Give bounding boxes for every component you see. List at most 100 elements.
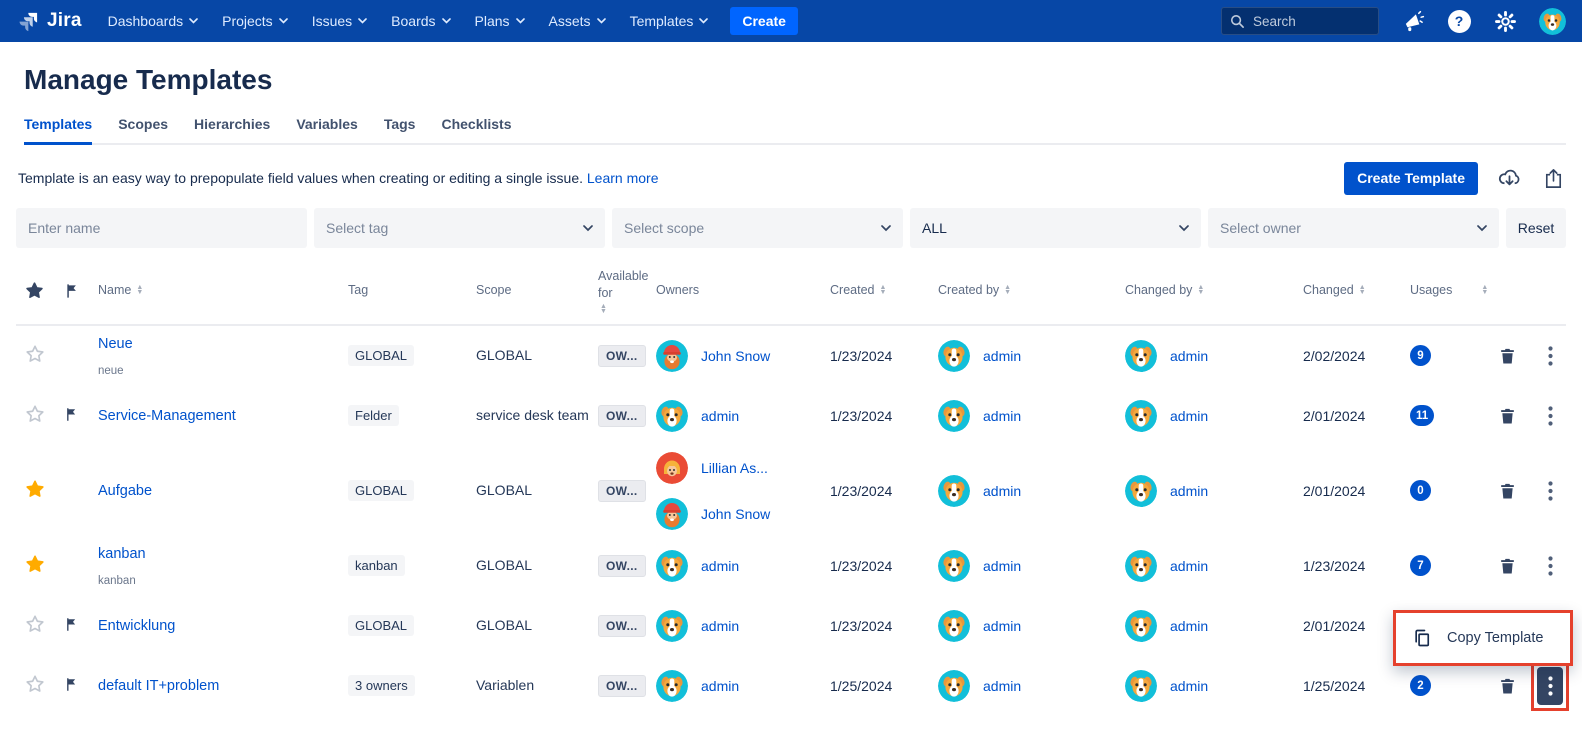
kebab-menu-button[interactable] [1537,397,1563,435]
trash-icon[interactable] [1498,406,1517,426]
sort-icon[interactable]: ▲▼ [1004,286,1011,295]
sort-icon[interactable]: ▲▼ [1359,286,1366,295]
tag-filter-select[interactable]: Select tag [314,208,605,248]
jira-logo[interactable]: Jira [16,9,82,34]
owner-link[interactable]: John Snow [701,348,770,364]
trash-icon[interactable] [1498,556,1517,576]
template-name-link[interactable]: default IT+problem [98,678,219,694]
owner-link[interactable]: John Snow [701,506,770,522]
kebab-menu-button[interactable] [1537,667,1563,705]
kebab-menu-button[interactable] [1537,337,1563,375]
name-filter-input[interactable] [28,220,295,236]
sort-icon[interactable]: ▲▼ [136,286,143,295]
dog-avatar[interactable] [1125,340,1157,372]
usages-badge[interactable]: 11 [1410,405,1434,426]
owner-link[interactable]: admin [701,408,739,424]
import-cloud-icon[interactable] [1496,165,1522,191]
create-template-button[interactable]: Create Template [1344,162,1478,195]
nav-item-boards[interactable]: Boards [391,13,450,29]
tab-templates[interactable]: Templates [24,116,92,145]
tab-scopes[interactable]: Scopes [118,116,168,143]
created-by-link[interactable]: admin [983,483,1021,499]
nav-create-button[interactable]: Create [730,7,798,35]
available-for-chip[interactable]: OW... [598,615,646,637]
sort-icon[interactable]: ▲▼ [600,305,607,314]
trash-icon[interactable] [1498,346,1517,366]
usages-badge[interactable]: 2 [1410,675,1431,696]
available-for-chip[interactable]: OW... [598,345,646,367]
tab-tags[interactable]: Tags [384,116,416,143]
dog-avatar[interactable] [938,670,970,702]
usages-badge[interactable]: 9 [1410,345,1431,366]
nav-item-dashboards[interactable]: Dashboards [108,13,199,29]
nav-item-templates[interactable]: Templates [630,13,709,29]
changed-by-link[interactable]: admin [1170,483,1208,499]
template-name-link[interactable]: Service-Management [98,408,236,424]
available-for-chip[interactable]: OW... [598,405,646,427]
available-for-chip[interactable]: OW... [598,480,646,502]
changed-by-link[interactable]: admin [1170,678,1208,694]
scope-filter-select[interactable]: Select scope [612,208,903,248]
available-for-chip[interactable]: OW... [598,555,646,577]
trash-icon[interactable] [1498,481,1517,501]
dog-avatar[interactable] [938,340,970,372]
dog-avatar[interactable] [1125,610,1157,642]
created-by-link[interactable]: admin [983,618,1021,634]
help-icon[interactable]: ? [1447,9,1471,33]
kebab-menu-button[interactable] [1537,547,1563,585]
sort-icon[interactable]: ▲▼ [879,286,886,295]
trash-icon[interactable] [1498,676,1517,696]
template-name-link[interactable]: kanban [98,546,146,562]
nav-item-projects[interactable]: Projects [222,13,288,29]
sort-icon[interactable]: ▲▼ [1481,286,1488,295]
learn-more-link[interactable]: Learn more [587,170,659,186]
flag-column-icon[interactable] [64,282,80,300]
owner-link[interactable]: admin [701,618,739,634]
dog-avatar[interactable] [656,670,688,702]
user-avatar[interactable] [1539,8,1566,35]
dog-avatar[interactable] [1125,670,1157,702]
created-by-link[interactable]: admin [983,348,1021,364]
reset-button[interactable]: Reset [1506,208,1566,248]
tab-hierarchies[interactable]: Hierarchies [194,116,270,143]
gear-icon[interactable] [1493,9,1517,33]
copy-template-menu-item[interactable]: Copy Template [1447,630,1543,646]
dog-avatar[interactable] [656,400,688,432]
sort-icon[interactable]: ▲▼ [1197,286,1204,295]
template-name-link[interactable]: Aufgabe [98,483,152,499]
name-filter[interactable] [16,208,307,248]
star-icon[interactable] [24,673,46,695]
changed-by-link[interactable]: admin [1170,558,1208,574]
usages-badge[interactable]: 7 [1410,555,1431,576]
dog-avatar[interactable] [1125,400,1157,432]
nav-item-assets[interactable]: Assets [549,13,606,29]
template-name-link[interactable]: Entwicklung [98,618,175,634]
star-icon[interactable] [24,613,46,635]
nav-search[interactable] [1221,7,1379,35]
john-avatar[interactable] [656,340,688,372]
owner-link[interactable]: Lillian As... [701,460,768,476]
created-by-link[interactable]: admin [983,558,1021,574]
owner-link[interactable]: admin [701,558,739,574]
tab-checklists[interactable]: Checklists [441,116,511,143]
dog-avatar[interactable] [938,550,970,582]
changed-by-link[interactable]: admin [1170,618,1208,634]
created-by-link[interactable]: admin [983,678,1021,694]
star-icon[interactable] [24,403,46,425]
star-icon[interactable] [24,553,46,575]
lillian-avatar[interactable] [656,452,688,484]
nav-item-issues[interactable]: Issues [312,13,367,29]
owner-filter-select[interactable]: Select owner [1208,208,1499,248]
star-icon[interactable] [24,343,46,365]
star-icon[interactable] [24,478,46,500]
dog-avatar[interactable] [656,550,688,582]
template-name-link[interactable]: Neue [98,336,133,352]
changed-by-link[interactable]: admin [1170,348,1208,364]
tab-variables[interactable]: Variables [296,116,358,143]
usages-badge[interactable]: 0 [1410,480,1431,501]
nav-item-plans[interactable]: Plans [475,13,525,29]
search-input[interactable] [1253,14,1363,29]
dog-avatar[interactable] [1125,550,1157,582]
export-icon[interactable] [1540,165,1566,191]
owner-link[interactable]: admin [701,678,739,694]
